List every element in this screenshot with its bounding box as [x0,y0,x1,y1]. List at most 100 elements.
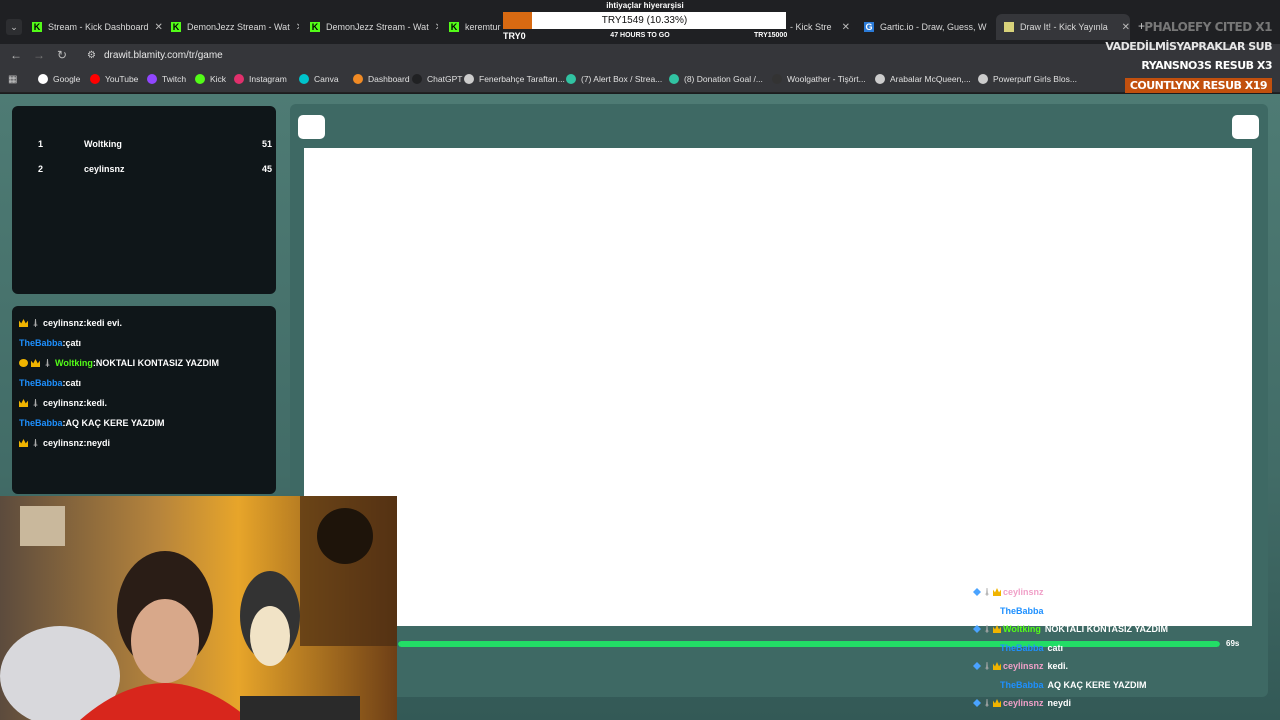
drawit-icon [1004,22,1014,32]
gartic-icon: G [864,22,874,32]
bookmark-item[interactable]: Twitch [147,74,186,84]
crown-badge-icon [19,439,28,447]
diamond-badge-icon [973,662,981,670]
scoreboard-panel: 1 Woltking 51 2 ceylinsnz 45 [12,106,276,294]
game-settings-button[interactable] [1232,115,1259,139]
chat-message: ceylinsnz: neydi [19,438,110,448]
tab-label: Draw It! - Kick Yayınla [1020,22,1108,32]
bookmark-label: (8) Donation Goal /... [684,74,763,84]
drawing-canvas[interactable] [304,148,1252,626]
overlay-chat-message: ceylinsnz neydi [973,698,1071,708]
bookmark-item[interactable]: Kick [195,74,226,84]
sword-badge-icon [32,399,39,407]
back-arrow-icon[interactable]: ← [10,48,22,62]
sword-badge-icon [984,625,990,633]
diamond-badge-icon [973,625,981,633]
bookmark-label: Instagram [249,74,287,84]
overlay-chat-message: ceylinsnz kedi. [973,661,1068,671]
bookmark-item[interactable]: Canva [299,74,339,84]
score-rank: 1 [38,139,44,149]
bookmark-item[interactable]: Powerpuff Girls Blos... [978,74,1077,84]
chat-username[interactable]: ceylinsnz [43,438,84,448]
close-icon[interactable]: ✕ [429,22,438,33]
bookmark-label: Canva [314,74,339,84]
close-icon[interactable]: ✕ [836,22,850,33]
overlay-chat-username: TheBabba [1000,679,1044,690]
overlay-chat-message: TheBabba çatı [1000,606,1063,616]
alert-line: VADEDİLMİSYAPRAKLAR SUB [1105,40,1272,53]
donation-goal-max: TRY15000 [754,32,788,39]
bookmark-label: Arabalar McQueen,... [890,74,971,84]
chat-username[interactable]: TheBabba [19,378,63,388]
game-menu-button[interactable] [298,115,325,139]
tab-drawit-active[interactable]: Draw It! - Kick Yayınla ✕ [996,14,1130,40]
chat-username[interactable]: TheBabba [19,418,63,428]
crown-badge-icon [31,359,40,367]
diamond-badge-icon [973,588,981,596]
crown-badge-icon [993,588,1001,596]
close-icon[interactable]: ✕ [1116,22,1130,33]
overlay-chat-username: Woltking [1003,624,1041,634]
bookmark-item[interactable]: Instagram [234,74,287,84]
bookmark-item[interactable]: Woolgather - Tişört... [772,74,866,84]
url-field[interactable]: drawit.blamity.com/tr/game [104,50,223,61]
round-timer-fill [398,641,1220,647]
webcam-feed [0,496,397,720]
bookmark-item[interactable]: Arabalar McQueen,... [875,74,971,84]
crown-badge-icon [19,319,28,327]
browser-tab-strip: ⌄ K Stream - Kick Dashboard ✕ K DemonJez… [0,0,1280,44]
donation-goal-remaining: 47 HOURS TO GO [610,32,670,39]
bookmark-favicon-icon [234,74,244,84]
tab-demonjezz-2[interactable]: K DemonJezz Stream - Wat ✕ [310,17,438,37]
tab-search-chevron-icon[interactable]: ⌄ [6,19,22,35]
bookmark-item[interactable]: Google [38,74,80,84]
chat-message: TheBabba: çatı [19,338,81,348]
chat-username[interactable]: TheBabba [19,338,63,348]
overlay-chat-text: kedi. [1047,661,1069,671]
bookmark-item[interactable]: (8) Donation Goal /... [669,74,763,84]
site-info-icon[interactable]: ⚙ [87,50,96,61]
overlay-chat-text: çatı [1047,605,1064,616]
overlay-chat-username: ceylinsnz [1003,698,1044,708]
overlay-chat-message: TheBabba AQ KAÇ KERE YAZDIM [1000,680,1147,690]
close-icon[interactable]: ✕ [290,22,299,33]
tab-gartic[interactable]: G Gartic.io - Draw, Guess, W ✕ [864,17,988,37]
bookmark-item[interactable]: (7) Alert Box / Strea... [566,74,662,84]
round-timer-bar [398,641,1220,647]
sword-badge-icon [32,439,39,447]
tab-label: - Kick Stre [790,22,832,32]
forward-arrow-icon[interactable]: → [33,48,45,62]
bookmark-label: YouTube [105,74,139,84]
tab-label: keremturke [465,22,501,32]
kick-icon: K [32,22,42,32]
bookmark-favicon-icon [353,74,363,84]
bookmark-item[interactable]: ChatGPT [412,74,462,84]
apps-grid-icon[interactable]: ▦ [8,74,17,85]
tab-keremturke[interactable]: K keremturke [449,17,501,37]
bookmark-item[interactable]: Dashboard [353,74,410,84]
reload-icon[interactable]: ↻ [57,48,67,62]
donation-goal-title: ihtiyaçlar hiyerarşisi [606,1,684,10]
crown-badge-icon [993,625,1001,633]
overlay-chat-text: catı [1047,642,1064,653]
sword-badge-icon [984,662,990,670]
close-icon[interactable]: ✕ [149,22,162,33]
tab-kick-stream[interactable]: - Kick Stre ✕ [790,17,850,37]
tab-demonjezz-1[interactable]: K DemonJezz Stream - Wat ✕ [171,17,299,37]
overlay-chat-username: ceylinsnz [1003,661,1044,671]
chat-username[interactable]: ceylinsnz [43,318,84,328]
crown-badge-icon [993,699,1001,707]
score-player-name: Woltking [84,139,122,149]
close-icon[interactable]: ✕ [987,22,988,33]
sword-badge-icon [44,359,51,367]
overlay-chat-text: AQ KAÇ KERE YAZDIM [1047,679,1147,690]
overlay-chat-username: ceylinsnz [1003,587,1044,597]
kick-icon: K [171,22,181,32]
overlay-chat-username: TheBabba [1000,642,1044,653]
bookmark-item[interactable]: Fenerbahçe Taraftarı... [464,74,565,84]
tab-kick-dashboard[interactable]: K Stream - Kick Dashboard ✕ [32,17,162,37]
chat-username[interactable]: Woltking [55,358,93,368]
bookmark-item[interactable]: YouTube [90,74,138,84]
crown-badge-icon [19,399,28,407]
chat-username[interactable]: ceylinsnz [43,398,84,408]
